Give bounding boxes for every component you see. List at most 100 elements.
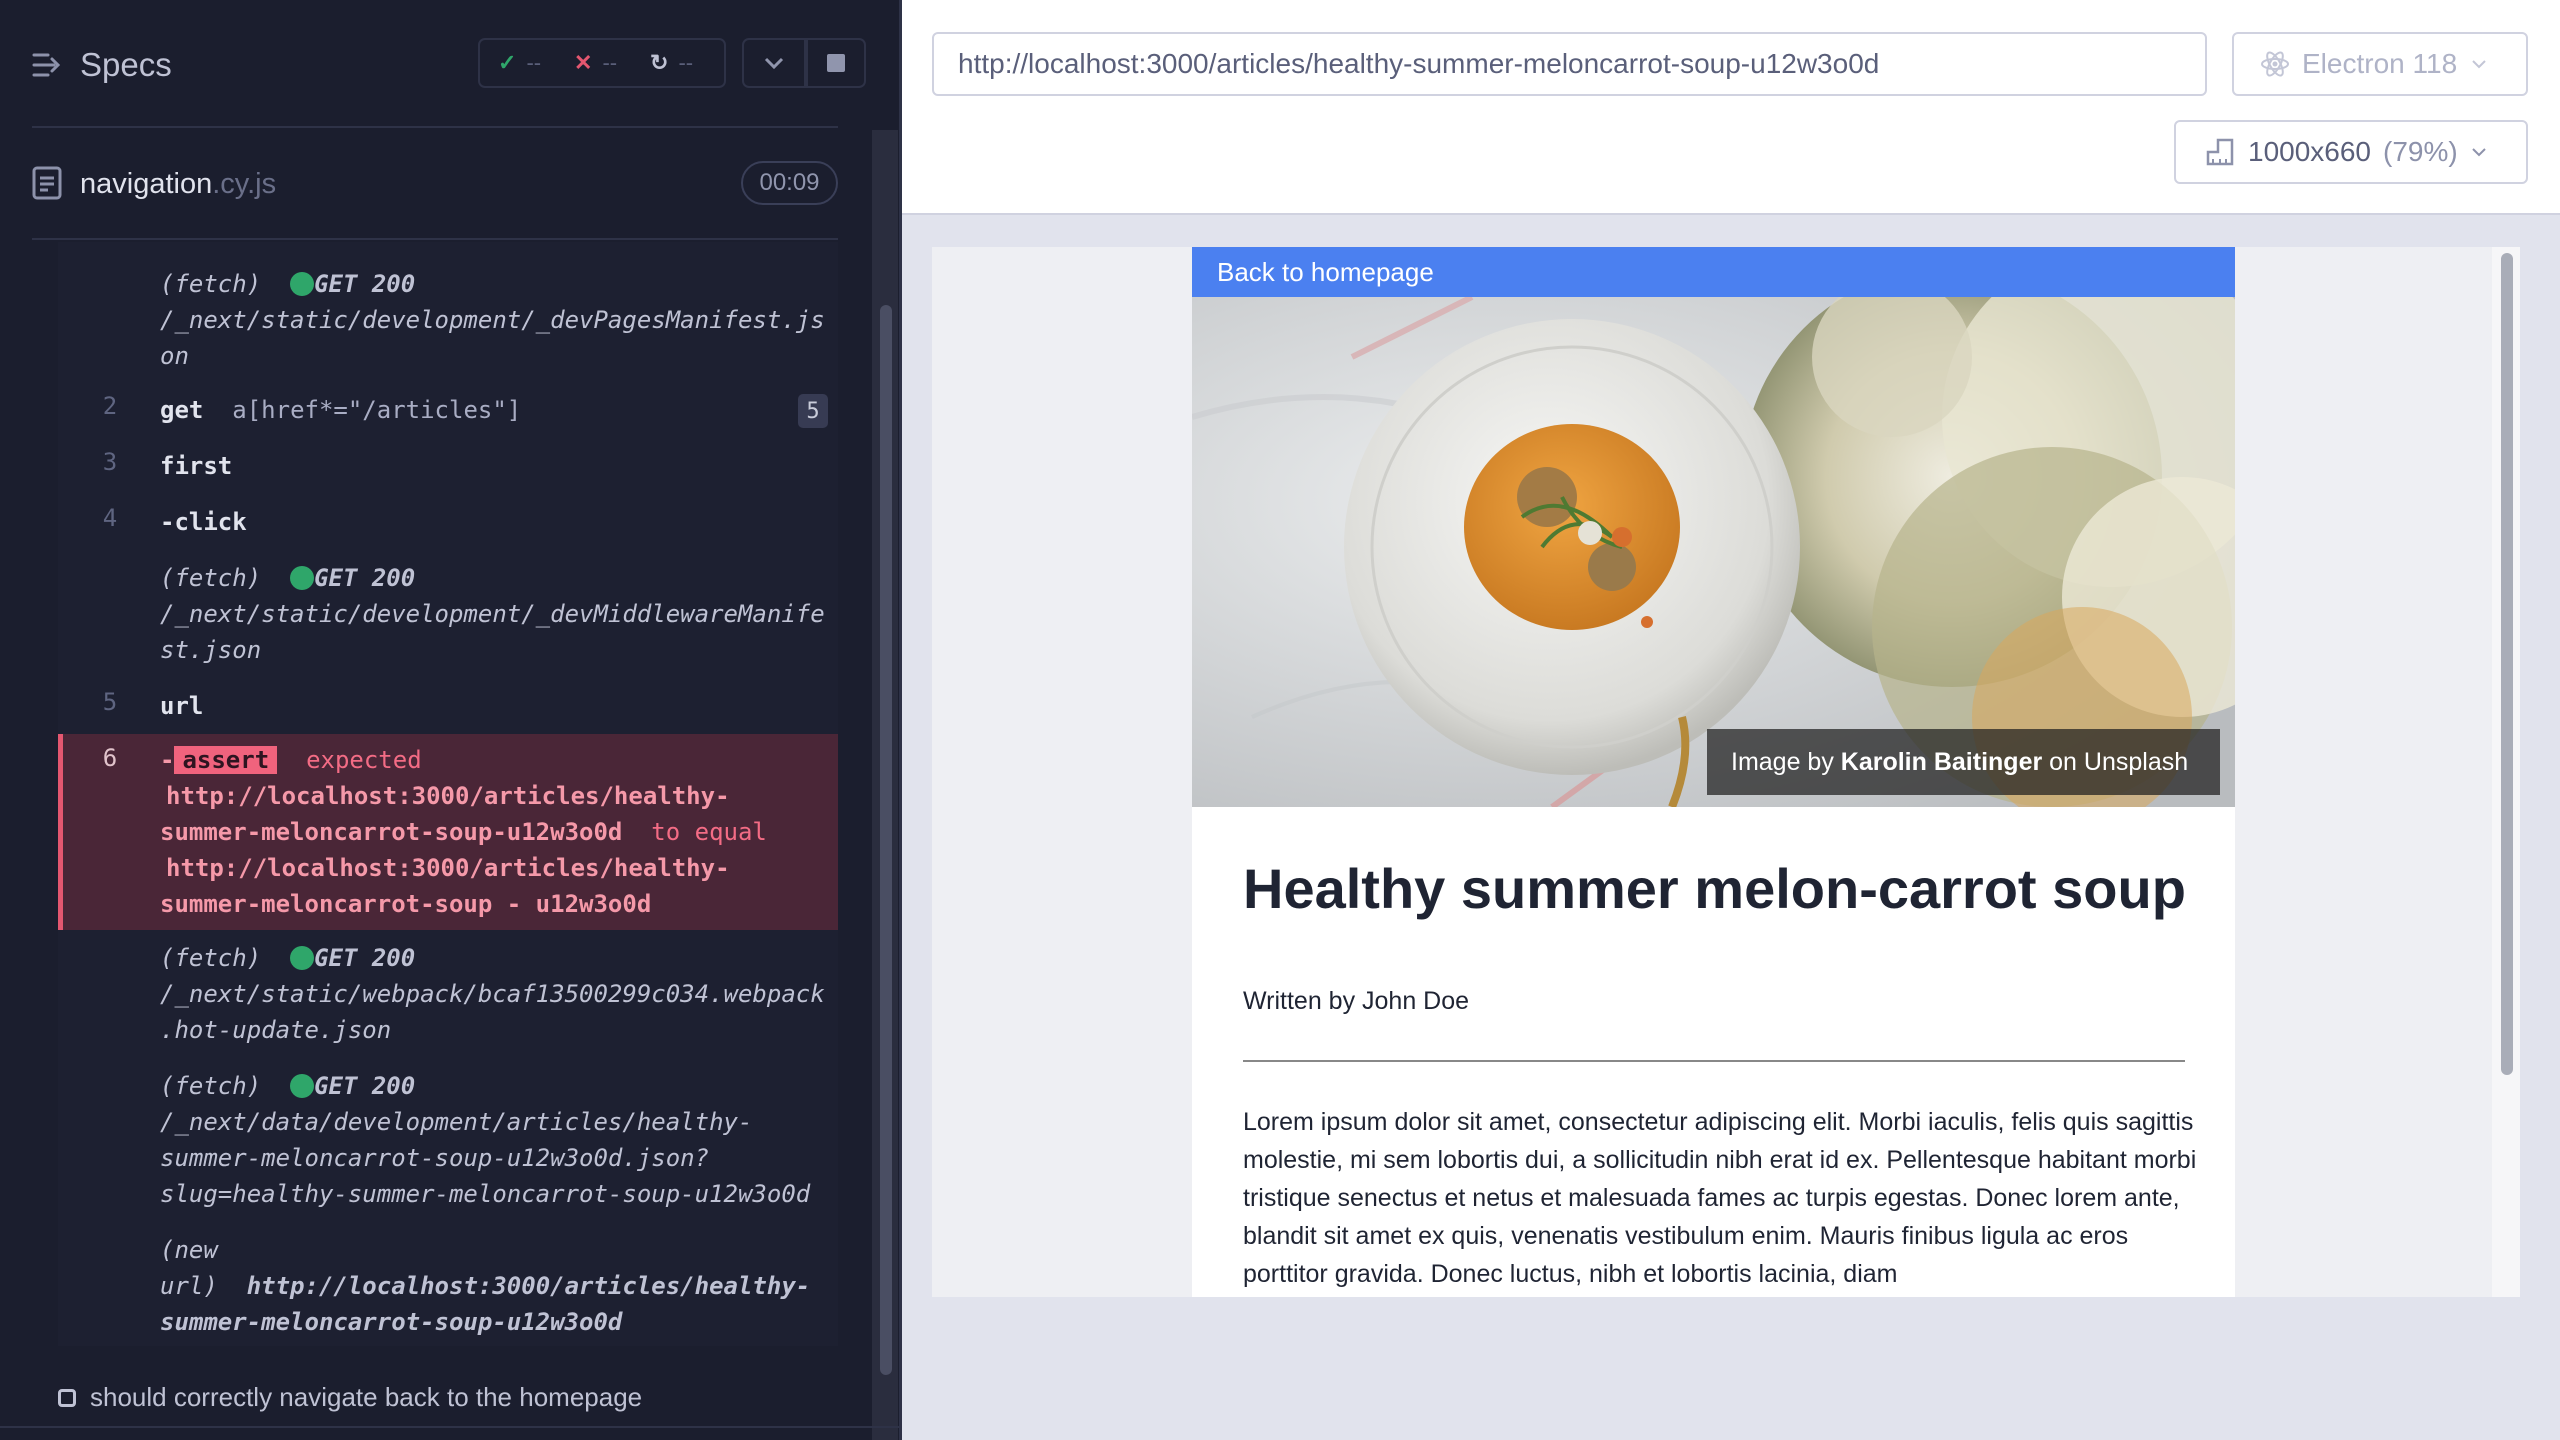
assert-dash: - — [160, 746, 175, 774]
article-title: Healthy summer melon-carrot soup — [1243, 857, 2186, 920]
log-fetch-item[interactable]: (fetch) GET 200 /_next/data/development/… — [160, 1068, 810, 1212]
spec-name: navigation — [80, 168, 213, 200]
log-command-get[interactable]: 2 get a[href*="/articles"] 5 — [58, 390, 838, 430]
new-url-value: http://localhost:3000/articles/healthy- — [246, 1272, 811, 1300]
viewport-size: 1000x660 — [2248, 136, 2372, 167]
stop-button[interactable] — [806, 38, 866, 88]
status-dot-icon — [290, 272, 315, 296]
fetch-label: (fetch) — [160, 1072, 262, 1100]
command-log: (fetch) GET 200 /_next/static/developmen… — [58, 242, 838, 1346]
pending-stat: ↻ -- — [650, 40, 693, 86]
chevron-down-icon — [764, 57, 784, 70]
assert-actual-cont: summer-meloncarrot-soup-u12w3o0d — [160, 818, 623, 846]
log-fetch-item[interactable]: (fetch) GET 200 /_next/static/developmen… — [160, 266, 825, 374]
specs-list-icon[interactable] — [32, 52, 62, 78]
x-icon: ✕ — [574, 50, 593, 75]
assert-expected: http://localhost:3000/articles/healthy- — [166, 854, 730, 882]
command-number: 5 — [102, 688, 118, 716]
pending-count: -- — [678, 50, 694, 75]
passed-stat: ✓ -- — [498, 40, 541, 86]
preview-scrollbar[interactable] — [2501, 253, 2513, 1075]
command-number: 4 — [102, 504, 118, 532]
fetch-url-cont: st.json — [160, 636, 262, 664]
check-icon: ✓ — [498, 50, 517, 75]
article-page: Back to homepage Image by Karolin Baitin… — [1192, 247, 2235, 1297]
failed-count: -- — [602, 50, 618, 75]
hero-image: Image by Karolin Baitinger on Unsplash — [1192, 297, 2235, 807]
stats-group: ✓ -- ✕ -- ↻ -- — [478, 38, 726, 88]
checkbox-icon — [58, 1388, 76, 1407]
log-new-url-item[interactable]: (new url) http://localhost:3000/articles… — [160, 1232, 810, 1340]
spec-filename: navigation.cy.js — [80, 168, 276, 201]
passed-count: -- — [526, 50, 542, 75]
url-text: http://localhost:3000/articles/healthy-s… — [958, 48, 1880, 79]
fetch-url-cont: on — [160, 342, 189, 370]
fetch-method: GET 200 — [314, 944, 416, 972]
log-fetch-item[interactable]: (fetch) GET 200 /_next/static/developmen… — [160, 560, 825, 668]
fetch-url-cont: slug=healthy-summer-meloncarrot-soup-u12… — [160, 1180, 811, 1208]
article-divider — [1243, 1060, 2185, 1062]
app-preview: Back to homepage Image by Karolin Baitin… — [932, 247, 2520, 1297]
stop-icon — [827, 54, 845, 72]
assert-actual: http://localhost:3000/articles/healthy- — [166, 782, 730, 810]
credit-suffix: on Unsplash — [2042, 747, 2189, 776]
new-url-value-cont: summer-meloncarrot-soup-u12w3o0d — [160, 1308, 623, 1336]
test-title: should correctly navigate back to the ho… — [90, 1382, 643, 1412]
header-divider — [32, 126, 838, 128]
browser-selector[interactable]: Electron 118 — [2232, 32, 2528, 96]
article-body: Lorem ipsum dolor sit amet, consectetur … — [1243, 1108, 2197, 1288]
assert-expected-cont: summer-meloncarrot-soup - u12w3o0d — [160, 890, 652, 918]
back-to-homepage-link[interactable]: Back to homepage — [1192, 247, 2235, 297]
log-command-url[interactable]: 5 url — [58, 686, 838, 726]
failed-stat: ✕ -- — [574, 40, 617, 86]
specs-title[interactable]: Specs — [80, 46, 172, 84]
fetch-url: /_next/data/development/articles/healthy… — [160, 1108, 753, 1136]
electron-icon — [2261, 51, 2289, 77]
next-test-row[interactable]: should correctly navigate back to the ho… — [58, 1382, 642, 1413]
fetch-label: (fetch) — [160, 944, 262, 972]
fetch-url-cont: summer-meloncarrot-soup-u12w3o0d.json? — [160, 1144, 710, 1172]
browser-name: Electron 118 — [2302, 48, 2458, 79]
credit-author[interactable]: Karolin Baitinger — [1841, 748, 2042, 777]
command-name: first — [160, 452, 233, 480]
log-command-assert-failed[interactable]: 6 - assert expected http://localhost:3000… — [58, 734, 838, 930]
log-command-first[interactable]: 3 first — [58, 446, 838, 486]
credit-prefix: Image by — [1731, 747, 1841, 776]
url-bar[interactable]: http://localhost:3000/articles/healthy-s… — [932, 32, 2207, 96]
fetch-method: GET 200 — [314, 1072, 416, 1100]
command-name: url — [160, 692, 204, 720]
footer-divider — [0, 1426, 899, 1428]
spec-divider — [32, 238, 838, 240]
element-count-badge: 5 — [798, 394, 828, 428]
assert-keyword-expected: expected — [306, 746, 422, 774]
fetch-label: (fetch) — [160, 564, 262, 592]
spinner-icon: ↻ — [650, 50, 669, 75]
log-fetch-item[interactable]: (fetch) GET 200 /_next/static/webpack/bc… — [160, 940, 825, 1048]
command-number: 3 — [102, 448, 118, 476]
assert-keyword-equal: to equal — [651, 818, 767, 846]
expand-button[interactable] — [742, 38, 806, 88]
fetch-url: /_next/static/development/_devPagesManif… — [160, 306, 825, 334]
log-command-click[interactable]: 4 -click — [58, 502, 838, 542]
new-url-label: (new — [160, 1236, 218, 1264]
log-scrollbar[interactable] — [880, 305, 892, 1375]
chevron-down-icon — [2472, 60, 2486, 69]
assert-badge: assert — [174, 746, 278, 774]
command-selector: a[href*="/articles"] — [232, 396, 522, 424]
spec-duration: 00:09 — [741, 161, 838, 205]
status-dot-icon — [290, 566, 315, 590]
command-number: 6 — [102, 744, 118, 772]
chevron-down-icon — [2472, 148, 2486, 157]
command-name: -click — [160, 508, 247, 536]
fetch-url: /_next/static/webpack/bcaf13500299c034.w… — [160, 980, 825, 1008]
spec-file-icon — [32, 166, 62, 205]
viewport-scale: (79%) — [2383, 136, 2458, 167]
status-dot-icon — [290, 1074, 315, 1098]
fetch-label: (fetch) — [160, 270, 262, 298]
ruler-icon — [2206, 138, 2234, 166]
fetch-method: GET 200 — [314, 270, 416, 298]
spec-extension: .cy.js — [212, 168, 277, 200]
fetch-method: GET 200 — [314, 564, 416, 592]
new-url-label-cont: url) — [160, 1272, 218, 1300]
viewport-info-button[interactable]: 1000x660 (79%) — [2174, 120, 2528, 184]
